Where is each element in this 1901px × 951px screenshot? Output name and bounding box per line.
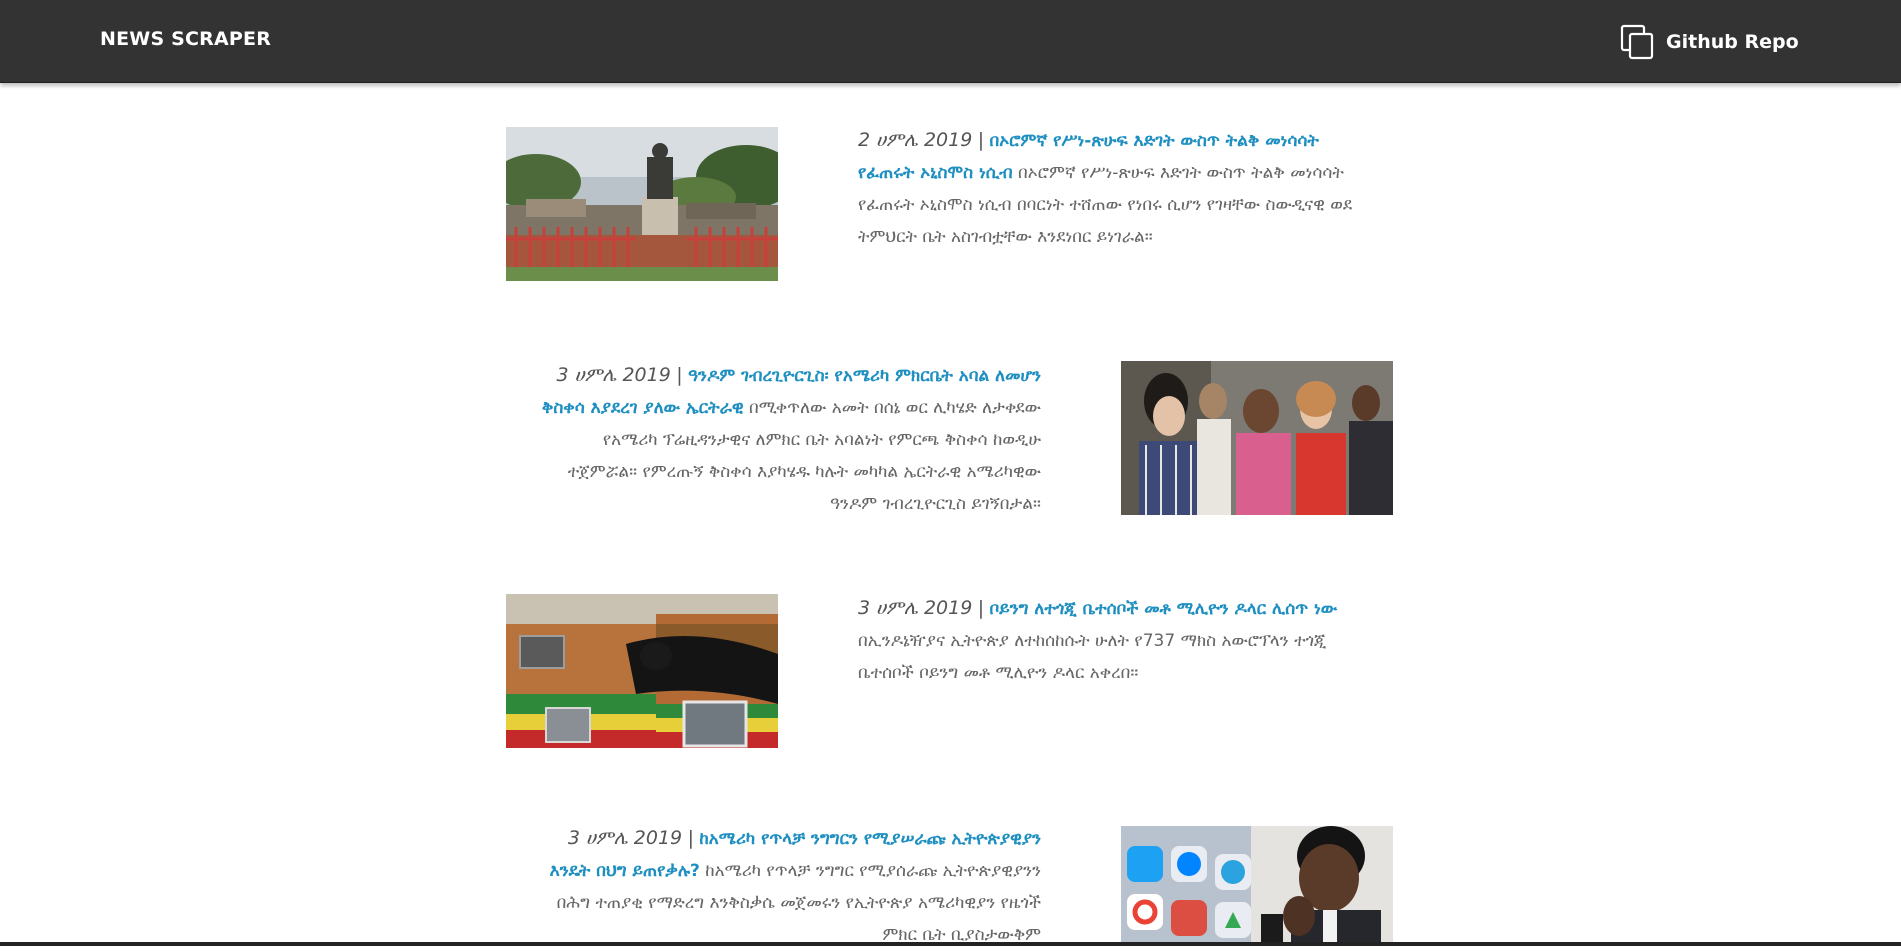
article-text: 3 ሀምሌ 2019 | ቦይንግ ለተጎጂ ቤተሰቦች መቶ ሚሊዮን ዶላር… — [858, 592, 1368, 689]
top-navbar: NEWS SCRAPER Github Repo — [0, 0, 1901, 83]
article-text: 3 ሀምሌ 2019 | ከአሜሪካ የጥላቻ ንግግርን የሚያሠራጩ ኢትዮ… — [531, 822, 1041, 951]
article-image-statue[interactable] — [506, 127, 778, 281]
date-separator: | — [977, 129, 985, 151]
page: NEWS SCRAPER Github Repo 2 ሀምሌ 2019 | በኦ… — [0, 0, 1901, 946]
window-bottom-border — [0, 942, 1901, 946]
brand-link[interactable]: NEWS SCRAPER — [100, 28, 271, 50]
date-separator: | — [977, 597, 985, 619]
article-date: 2 ሀምሌ 2019 — [858, 129, 973, 151]
article-date: 3 ሀምሌ 2019 — [567, 827, 683, 849]
date-separator: | — [676, 364, 683, 386]
article-date: 3 ሀምሌ 2019 — [556, 364, 671, 386]
article-date: 3 ሀምሌ 2019 — [858, 597, 973, 619]
article-image-caskets[interactable] — [506, 594, 778, 748]
article-headline[interactable]: ቦይንግ ለተጎጂ ቤተሰቦች መቶ ሚሊዮን ዶላር ሊሰጥ ነው — [990, 599, 1338, 619]
github-repo-link[interactable]: Github Repo — [1620, 24, 1799, 60]
article-image-crowd[interactable] — [1121, 361, 1393, 515]
article-image-social-apps[interactable] — [1121, 826, 1393, 942]
github-repo-label: Github Repo — [1666, 31, 1799, 53]
date-separator: | — [687, 827, 694, 849]
article-text: 2 ሀምሌ 2019 | በኦሮምኛ የሥነ-ጽሁፍ እድገት ውስጥ ትልቅ … — [858, 124, 1368, 253]
article-summary: በኢንዶኔዥያና ኢትዮጵያ ለተከሰከሱት ሁለት የ737 ማክስ አውሮፕ… — [858, 631, 1327, 683]
copy-icon — [1620, 24, 1656, 60]
article-text: 3 ሀምሌ 2019 | ዓንዶም ገብረጊዮርጊስ፡ የአሜሪካ ምክርቤት … — [531, 359, 1041, 520]
